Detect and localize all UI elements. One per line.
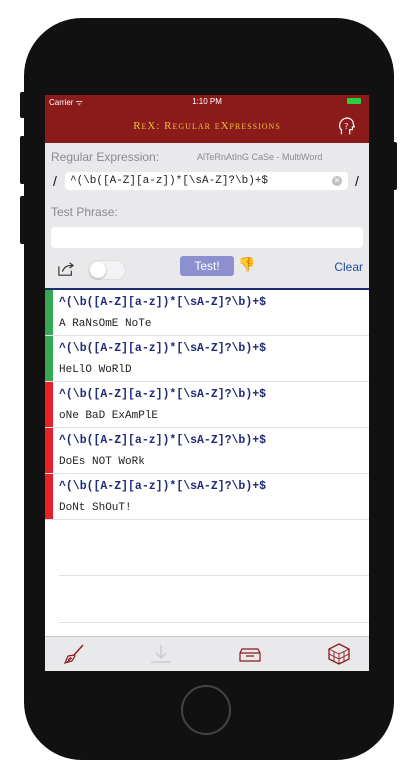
home-button[interactable] [181,685,231,735]
power-button [392,142,397,190]
regex-close-slash: / [355,173,359,189]
regex-input[interactable]: ^(\b([A-Z][a-z])*[\sA-Z]?\b)+$ ✕ [65,172,348,190]
mute-switch [20,92,25,118]
result-row[interactable]: ^(\b([A-Z][a-z])*[\sA-Z]?\b)+$ A RaNsOmE… [45,290,369,336]
regex-open-slash: / [53,173,57,189]
fail-indicator [45,474,53,519]
share-icon[interactable] [57,261,75,277]
result-row[interactable]: ^(\b([A-Z][a-z])*[\sA-Z]?\b)+$ DoNt ShOu… [45,474,369,520]
thumbs-down-icon: 👎 [238,256,256,272]
match-indicator [45,336,53,381]
result-pattern: ^(\b([A-Z][a-z])*[\sA-Z]?\b)+$ [59,434,267,447]
toggle-knob [90,262,106,278]
clear-input-icon[interactable]: ✕ [332,176,342,186]
download-icon[interactable] [149,643,173,665]
battery-icon [347,98,361,104]
regex-label: Regular Expression: [51,150,160,164]
svg-text:?: ? [344,121,348,131]
result-phrase: DoNt ShOuT! [59,502,132,514]
result-phrase: oNe BaD ExAmPlE [59,410,159,422]
result-pattern: ^(\b([A-Z][a-z])*[\sA-Z]?\b)+$ [59,388,267,401]
navigation-bar: ReX: Regular eXpressions ? [45,109,369,143]
regex-input-value: ^(\b([A-Z][a-z])*[\sA-Z]?\b)+$ [70,175,269,187]
result-pattern: ^(\b([A-Z][a-z])*[\sA-Z]?\b)+$ [59,296,267,309]
input-panel: Regular Expression: AlTeRnAtInG CaSe - M… [45,143,369,288]
result-row[interactable]: ^(\b([A-Z][a-z])*[\sA-Z]?\b)+$ DoEs NOT … [45,428,369,474]
result-row[interactable]: ^(\b([A-Z][a-z])*[\sA-Z]?\b)+$ oNe BaD E… [45,382,369,428]
empty-row-divider [59,575,369,576]
result-pattern: ^(\b([A-Z][a-z])*[\sA-Z]?\b)+$ [59,342,267,355]
fail-indicator [45,382,53,427]
results-list: ^(\b([A-Z][a-z])*[\sA-Z]?\b)+$ A RaNsOmE… [45,290,369,520]
fail-indicator [45,428,53,473]
result-row[interactable]: ^(\b([A-Z][a-z])*[\sA-Z]?\b)+$ HeLlO WoR… [45,336,369,382]
result-phrase: A RaNsOmE NoTe [59,318,152,330]
match-indicator [45,290,53,335]
test-phrase-label: Test Phrase: [51,205,118,219]
archive-box-icon[interactable] [238,643,262,665]
empty-row-divider [59,622,369,623]
result-pattern: ^(\b([A-Z][a-z])*[\sA-Z]?\b)+$ [59,480,267,493]
app-screen: Carrier ᯤ 1:10 PM ReX: Regular eXpressio… [45,95,369,671]
clock: 1:10 PM [192,97,222,106]
cube-icon[interactable] [327,643,351,665]
volume-down-button [20,196,25,244]
broom-icon[interactable] [63,643,87,665]
app-title: ReX: Regular eXpressions [133,120,281,132]
result-phrase: HeLlO WoRlD [59,364,132,376]
bottom-toolbar [45,636,369,671]
status-bar: Carrier ᯤ 1:10 PM [45,95,369,109]
help-head-icon[interactable]: ? [335,115,357,137]
result-phrase: DoEs NOT WoRk [59,456,145,468]
test-phrase-input[interactable] [51,227,363,248]
test-button[interactable]: Test! [180,256,234,276]
volume-up-button [20,136,25,184]
mode-selector[interactable]: AlTeRnAtInG CaSe - MultiWord [197,152,322,162]
clear-button[interactable]: Clear [334,260,363,274]
toggle-switch[interactable] [88,260,126,280]
